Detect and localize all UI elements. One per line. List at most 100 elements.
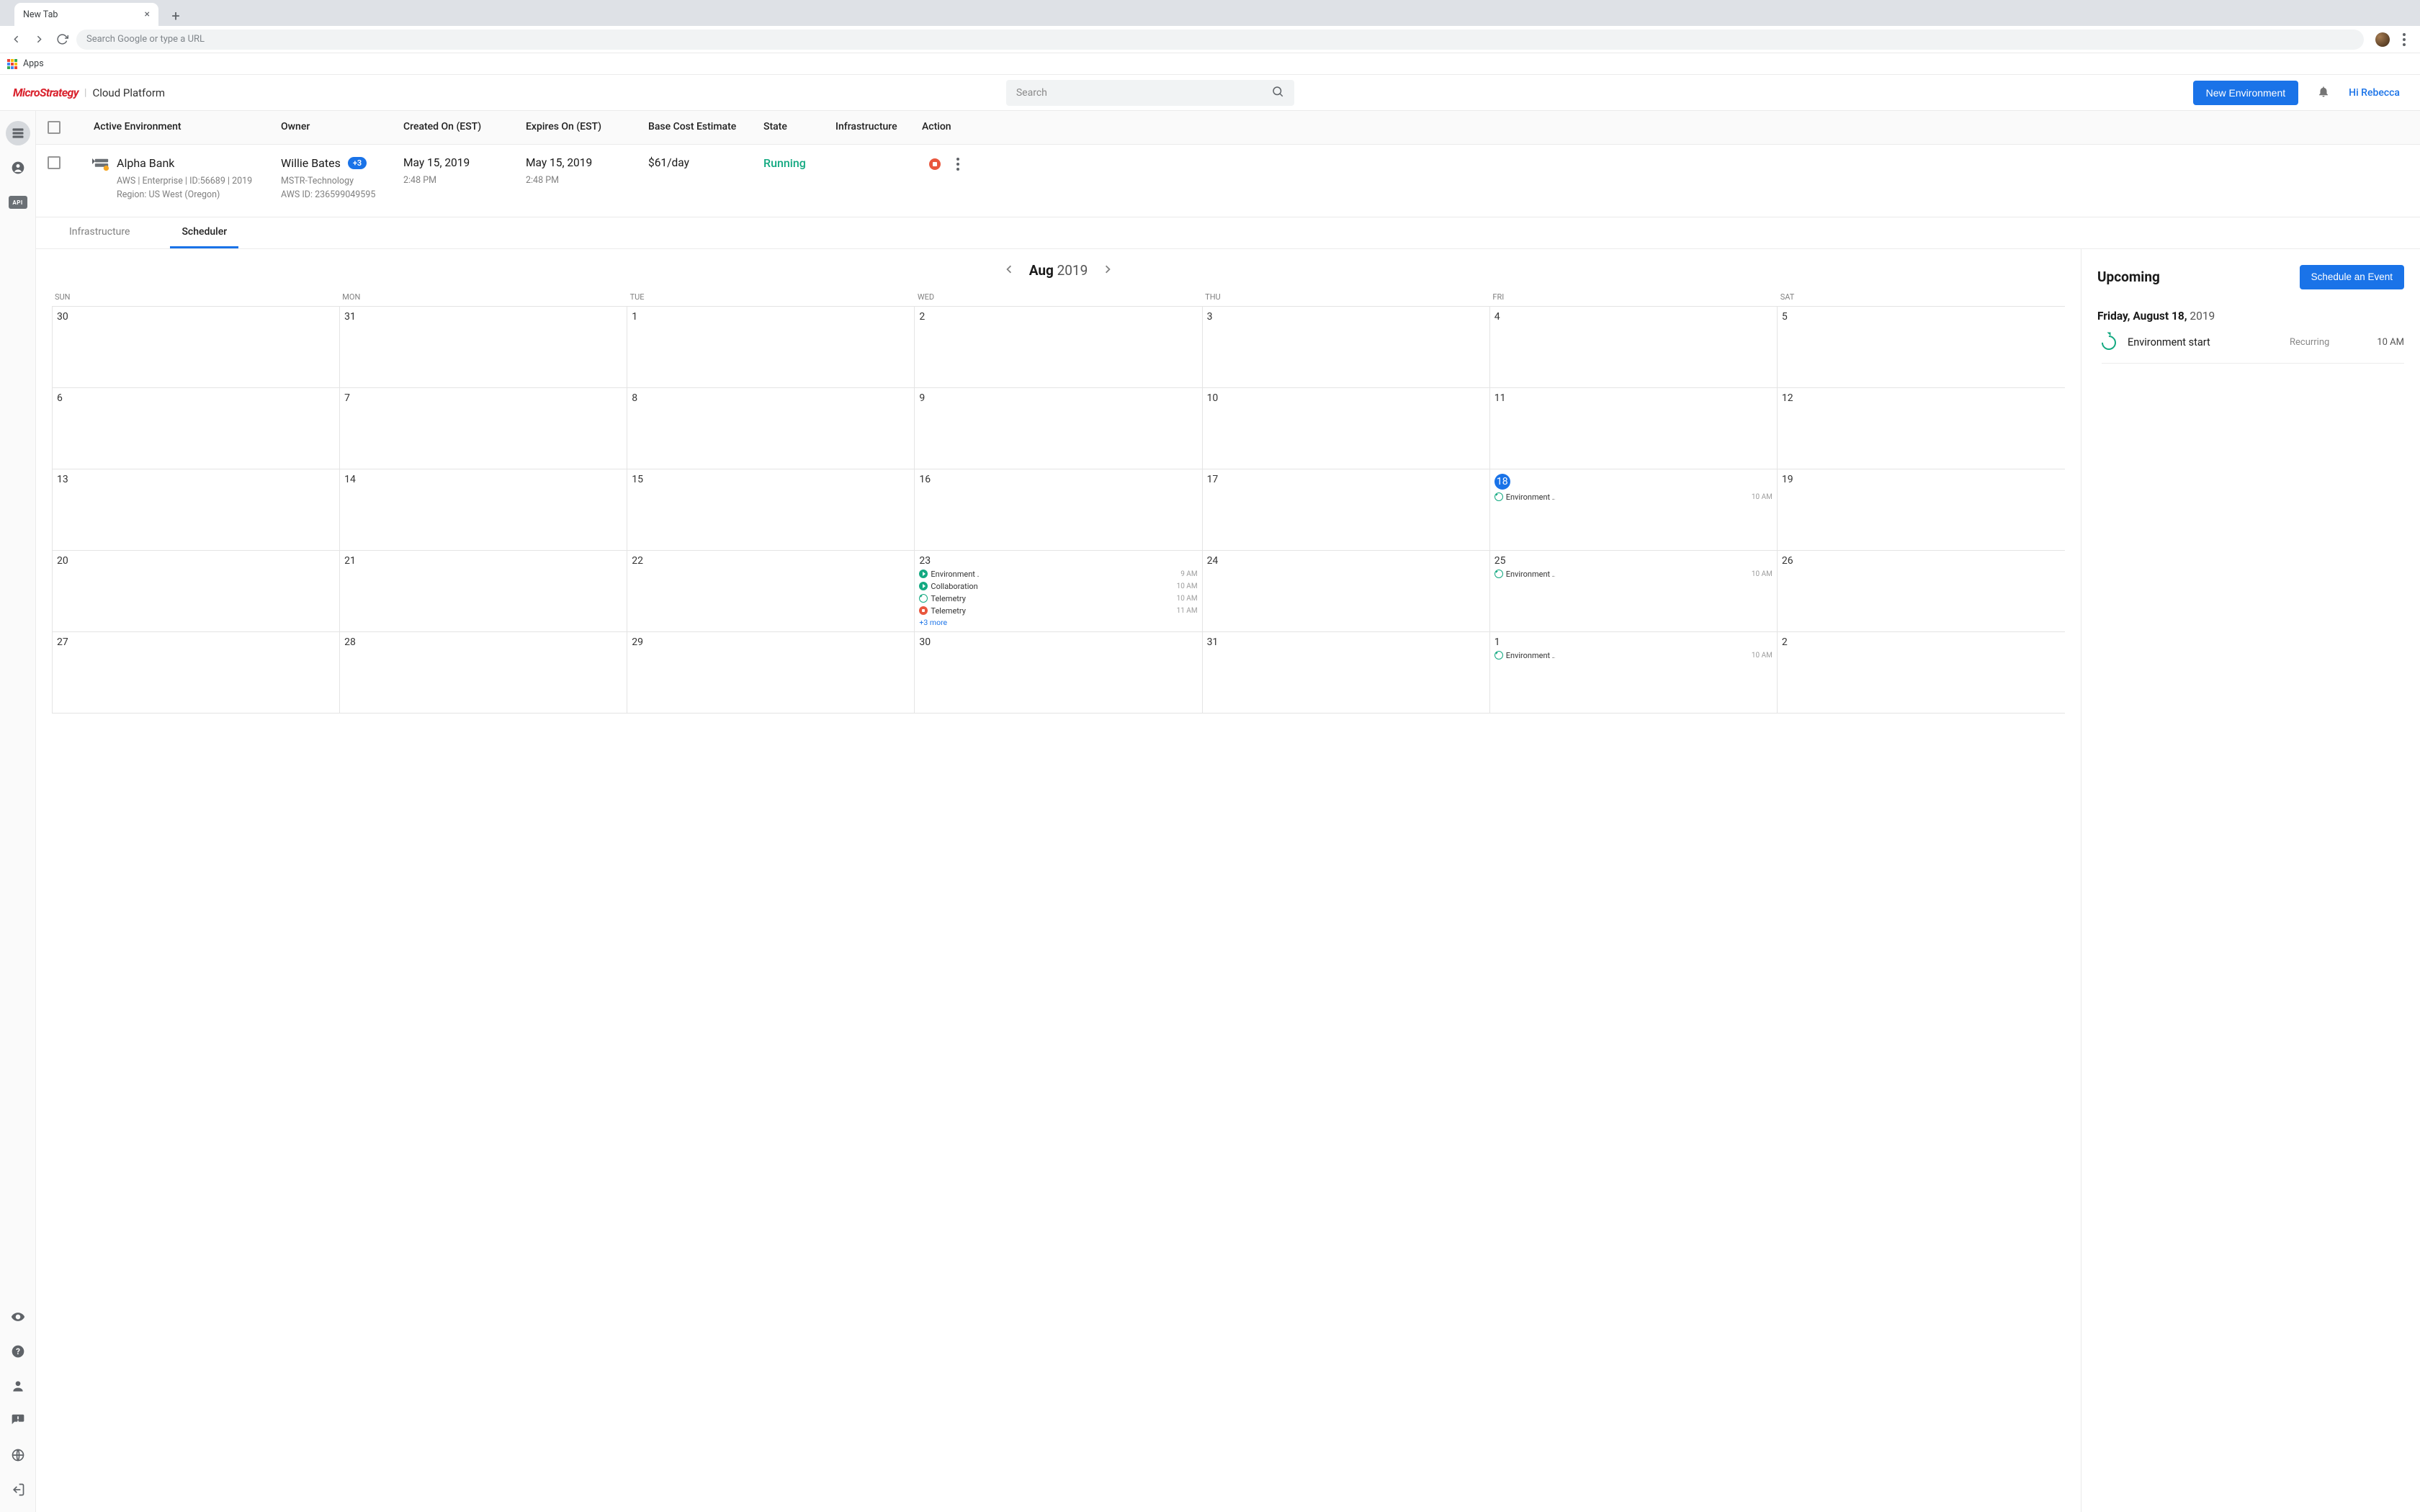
owner-name: Willie Bates <box>281 156 341 170</box>
calendar-cell[interactable]: 28 <box>340 632 627 714</box>
calendar-cell[interactable]: 31 <box>1203 632 1490 714</box>
calendar-cell[interactable]: 30 <box>915 632 1202 714</box>
omnibox-placeholder: Search Google or type a URL <box>86 34 205 45</box>
calendar-cell[interactable]: 9 <box>915 388 1202 469</box>
new-tab-button[interactable]: + <box>166 6 186 26</box>
sidebar-item-user[interactable] <box>6 156 30 180</box>
user-greeting[interactable]: Hi Rebecca <box>2349 87 2400 99</box>
forward-icon[interactable] <box>30 31 48 48</box>
calendar-cell[interactable]: 1 <box>627 307 915 388</box>
day-number: 15 <box>632 474 910 485</box>
calendar-cell[interactable]: 27 <box>53 632 340 714</box>
day-number: 31 <box>344 311 622 323</box>
calendar-cell[interactable]: 30 <box>53 307 340 388</box>
sidebar-item-logout[interactable] <box>6 1477 30 1502</box>
recur-icon <box>1494 651 1503 660</box>
stop-env-button[interactable] <box>929 158 941 170</box>
calendar-cell[interactable]: 14 <box>340 469 627 551</box>
calendar-cell[interactable]: 18 Environment ..10 AM <box>1490 469 1778 551</box>
state-value: Running <box>763 156 835 170</box>
calendar-event[interactable]: Environment ..10 AM <box>1494 570 1773 579</box>
calendar-cell[interactable]: 4 <box>1490 307 1778 388</box>
calendar-cell[interactable]: 22 <box>627 551 915 632</box>
browser-toolbar: Search Google or type a URL <box>0 26 2420 53</box>
calendar-event[interactable]: Telemetry11 AM <box>919 606 1197 616</box>
expires-time: 2:48 PM <box>526 174 648 188</box>
browser-tab[interactable]: New Tab × <box>14 3 158 26</box>
event-name: Environment .. <box>931 570 980 579</box>
notifications-icon[interactable] <box>2317 85 2330 101</box>
calendar-event[interactable]: Environment ..9 AM <box>919 570 1197 579</box>
prev-month-icon[interactable] <box>1002 262 1016 279</box>
browser-menu-icon[interactable] <box>2396 31 2413 48</box>
sidebar-item-feedback[interactable] <box>6 1408 30 1433</box>
next-month-icon[interactable] <box>1101 262 1115 279</box>
upcoming-event[interactable]: Environment start Recurring 10 AM <box>2102 323 2404 364</box>
schedule-event-button[interactable]: Schedule an Event <box>2300 265 2404 289</box>
profile-avatar[interactable] <box>2375 32 2390 47</box>
calendar-cell[interactable]: 25Environment ..10 AM <box>1490 551 1778 632</box>
apps-icon[interactable] <box>7 59 17 69</box>
new-environment-button[interactable]: New Environment <box>2193 81 2299 105</box>
calendar-cell[interactable]: 11 <box>1490 388 1778 469</box>
calendar-cell[interactable]: 2 <box>1778 632 2065 714</box>
day-number: 14 <box>344 474 622 485</box>
event-time: 10 AM <box>2377 337 2404 348</box>
calendar-cell[interactable]: 2 <box>915 307 1202 388</box>
reload-icon[interactable] <box>53 31 71 48</box>
omnibox[interactable]: Search Google or type a URL <box>76 30 2364 50</box>
calendar-cell[interactable]: 15 <box>627 469 915 551</box>
calendar-cell[interactable]: 21 <box>340 551 627 632</box>
sidebar-item-globe[interactable] <box>6 1443 30 1467</box>
recur-icon <box>919 594 928 603</box>
calendar-cell[interactable]: 24 <box>1203 551 1490 632</box>
calendar-cell[interactable]: 31 <box>340 307 627 388</box>
calendar-cell[interactable]: 13 <box>53 469 340 551</box>
calendar-cell[interactable]: 16 <box>915 469 1202 551</box>
calendar-event[interactable]: Environment ..10 AM <box>1494 651 1773 660</box>
calendar-cell[interactable]: 19 <box>1778 469 2065 551</box>
sidebar-item-visibility[interactable] <box>6 1305 30 1329</box>
calendar-cell[interactable]: 6 <box>53 388 340 469</box>
calendar-cell[interactable]: 5 <box>1778 307 2065 388</box>
calendar-cell[interactable]: 1Environment ..10 AM <box>1490 632 1778 714</box>
sidebar-item-help[interactable]: ? <box>6 1339 30 1364</box>
day-number: 31 <box>1207 636 1485 648</box>
more-events-link[interactable]: +3 more <box>919 618 1197 627</box>
calendar-cell[interactable]: 3 <box>1203 307 1490 388</box>
recur-icon <box>1494 570 1503 578</box>
calendar-cell[interactable]: 10 <box>1203 388 1490 469</box>
apps-label[interactable]: Apps <box>23 58 44 69</box>
sidebar-item-profile[interactable] <box>6 1374 30 1398</box>
back-icon[interactable] <box>7 31 24 48</box>
calendar-cell[interactable]: 8 <box>627 388 915 469</box>
select-all-checkbox[interactable] <box>48 121 60 134</box>
row-menu-icon[interactable] <box>956 158 959 171</box>
calendar-cell[interactable]: 23Environment ..9 AMCollaboration .10 AM… <box>915 551 1202 632</box>
dow-label: WED <box>915 288 1202 306</box>
calendar-event[interactable]: Collaboration .10 AM <box>919 582 1197 591</box>
close-tab-icon[interactable]: × <box>145 9 150 20</box>
svg-text:?: ? <box>16 1346 20 1356</box>
col-owner: Owner <box>281 121 403 132</box>
day-number: 20 <box>57 555 335 567</box>
global-search[interactable]: Search <box>1006 80 1294 106</box>
tab-scheduler[interactable]: Scheduler <box>170 217 238 248</box>
sidebar-item-api[interactable]: API <box>6 190 30 215</box>
calendar-cell[interactable]: 7 <box>340 388 627 469</box>
tab-infrastructure[interactable]: Infrastructure <box>58 217 141 248</box>
calendar-cell[interactable]: 20 <box>53 551 340 632</box>
owner-meta2: AWS ID: 236599049595 <box>281 189 403 202</box>
calendar-cell[interactable]: 26 <box>1778 551 2065 632</box>
calendar-cell[interactable]: 12 <box>1778 388 2065 469</box>
calendar-event[interactable]: Telemetry10 AM <box>919 594 1197 603</box>
owner-count-badge[interactable]: +3 <box>348 157 367 169</box>
day-number: 4 <box>1494 311 1773 323</box>
day-number: 18 <box>1494 474 1510 490</box>
calendar-cell[interactable]: 17 <box>1203 469 1490 551</box>
calendar-event[interactable]: Environment ..10 AM <box>1494 492 1773 502</box>
env-name[interactable]: Alpha Bank <box>117 156 252 170</box>
sidebar-item-environments[interactable] <box>6 121 30 145</box>
calendar-cell[interactable]: 29 <box>627 632 915 714</box>
row-checkbox[interactable] <box>48 156 60 169</box>
